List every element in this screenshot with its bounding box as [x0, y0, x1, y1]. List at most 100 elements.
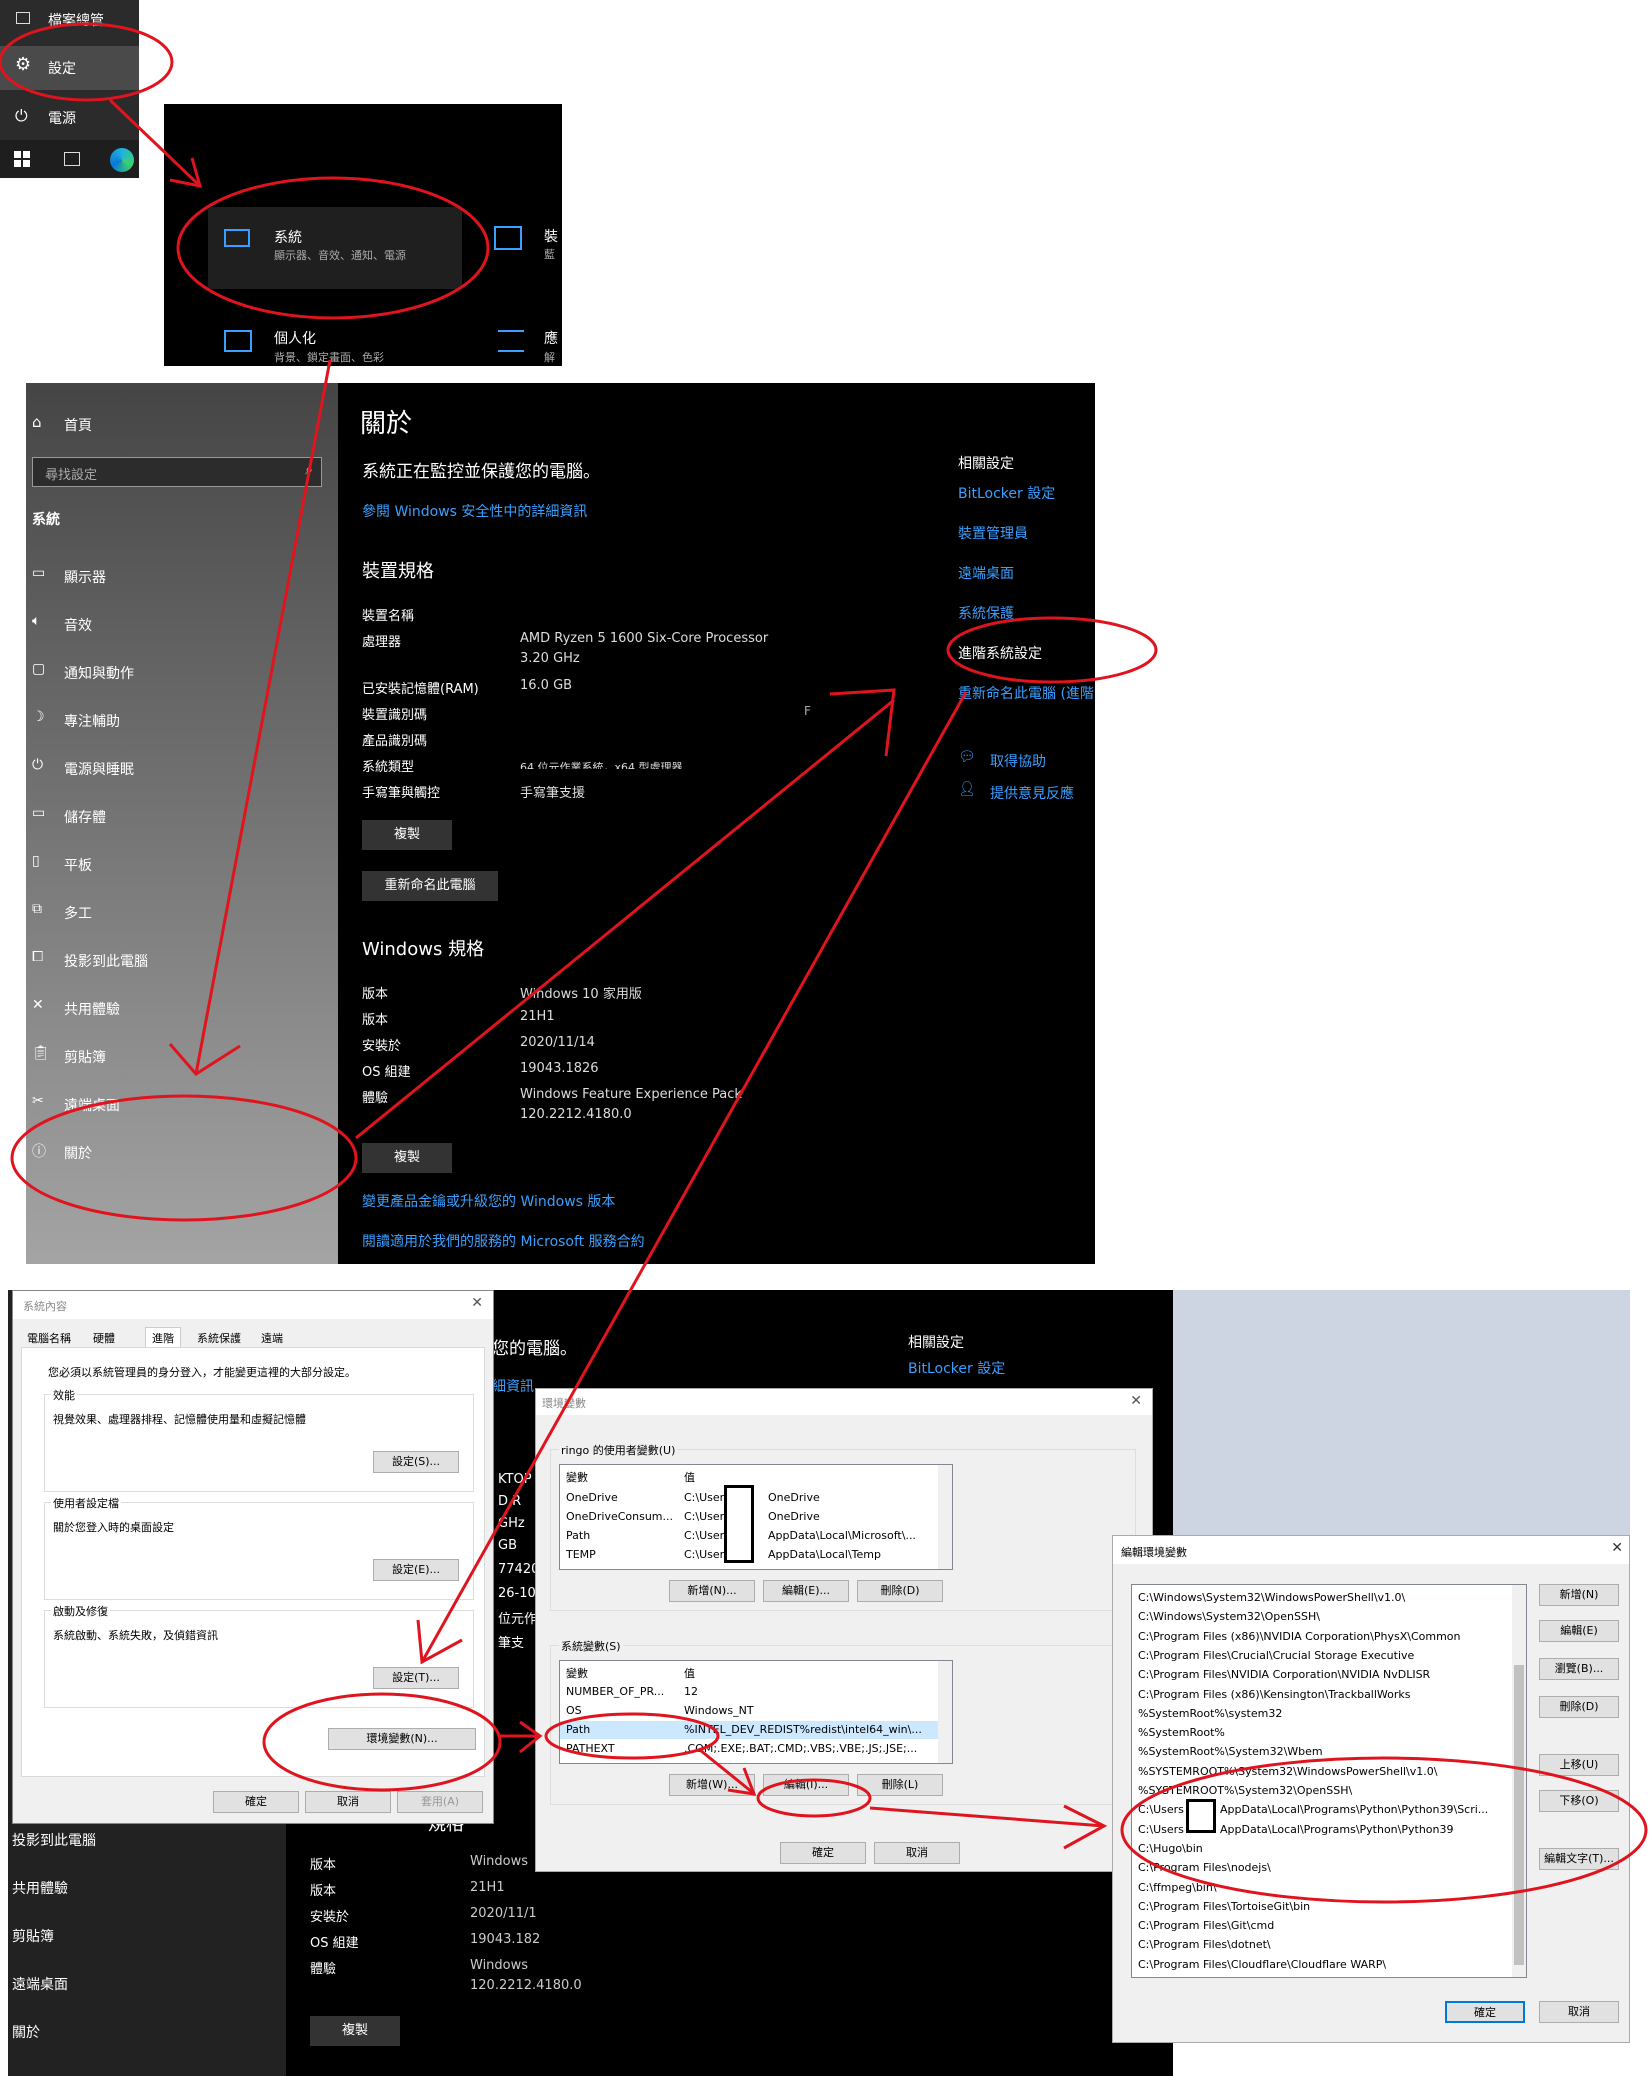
- settings-tile-system[interactable]: 系統 顯示器、音效、通知、電源: [208, 207, 462, 289]
- path-list-item[interactable]: C:\Windows\System32\OpenSSH\: [1132, 1608, 1512, 1626]
- path-list-item[interactable]: C:\Program Files (x86)\NVIDIA Corporatio…: [1132, 1628, 1512, 1646]
- system-vars-list[interactable]: 變數 值 NUMBER_OF_PR... 12 OS Windows_NT Path…: [559, 1660, 953, 1764]
- path-list-item[interactable]: C:\Program Files\NVIDIA Corporation\NVID…: [1132, 1666, 1512, 1684]
- rename-pc-button[interactable]: 重新命名此電腦: [362, 871, 498, 901]
- sidebar-item-shared[interactable]: ✕ 共用體驗: [26, 993, 338, 1023]
- scrollbar-thumb[interactable]: [1514, 1665, 1524, 1965]
- edit-button[interactable]: 編輯(E): [1539, 1620, 1619, 1642]
- system-edit-button[interactable]: 編輯(I)...: [763, 1774, 849, 1796]
- sidebar-item-project[interactable]: ⧠ 投影到此電腦: [26, 945, 338, 975]
- tab-system-protection[interactable]: 系統保護: [197, 1330, 241, 1346]
- settings-search-input[interactable]: 尋找設定 ⌕: [32, 457, 322, 487]
- bg-sidebar-item[interactable]: 共用體驗: [12, 1878, 68, 1898]
- bg-link-partial[interactable]: 細資訊: [492, 1376, 534, 1396]
- path-list-item[interactable]: C:\Hugo\bin: [1132, 1840, 1512, 1858]
- apply-button[interactable]: 套用(A): [397, 1791, 483, 1813]
- help-link[interactable]: 取得協助: [990, 751, 1046, 771]
- task-view-icon[interactable]: [64, 152, 80, 166]
- sidebar-item-focus[interactable]: ☽ 專注輔助: [26, 705, 338, 735]
- close-icon[interactable]: ✕: [471, 1295, 483, 1311]
- tab-hardware[interactable]: 硬體: [93, 1330, 115, 1346]
- path-list-item[interactable]: C:\Program Files\Git\cmd: [1132, 1917, 1512, 1935]
- related-link-system-protection[interactable]: 系統保護: [958, 603, 1014, 623]
- related-link-rename-advanced[interactable]: 重新命名此電腦 (進階): [958, 683, 1095, 703]
- path-list[interactable]: C:\Windows\System32\WindowsPowerShell\v1…: [1131, 1584, 1527, 1978]
- table-row[interactable]: PATHEXT .COM;.EXE;.BAT;.CMD;.VBS;.VBE;.JS…: [560, 1740, 938, 1758]
- table-row[interactable]: NUMBER_OF_PR... 12: [560, 1683, 938, 1701]
- bg-bitlocker-link[interactable]: BitLocker 設定: [908, 1358, 1005, 1378]
- sidebar-item-multitask[interactable]: ⧉ 多工: [26, 897, 338, 927]
- move-down-button[interactable]: 下移(O): [1539, 1790, 1619, 1812]
- path-list-item[interactable]: C:\Program Files\dotnet\: [1132, 1936, 1512, 1954]
- sidebar-item-power[interactable]: ⏻ 電源與睡眠: [26, 753, 338, 783]
- path-list-item[interactable]: C:\Program Files\TortoiseGit\bin: [1132, 1898, 1512, 1916]
- start-item-power[interactable]: ⏻ 電源: [0, 100, 139, 134]
- path-list-item[interactable]: C:\Program Files\Crucial\Crucial Storage…: [1132, 1647, 1512, 1665]
- sidebar-home[interactable]: 首頁: [64, 415, 92, 435]
- msa-link[interactable]: 閱讀適用於我們的服務的 Microsoft 服務合約: [362, 1231, 645, 1251]
- table-row-selected[interactable]: Path %INTEL_DEV_REDIST%redist\intel64_win…: [560, 1721, 938, 1739]
- security-link[interactable]: 參閱 Windows 安全性中的詳細資訊: [362, 501, 587, 521]
- related-link-remote-desktop[interactable]: 遠端桌面: [958, 563, 1014, 583]
- cancel-button[interactable]: 取消: [305, 1791, 391, 1813]
- close-icon[interactable]: ✕: [1130, 1393, 1142, 1409]
- path-list-item[interactable]: C:\Program Files\nodejs\: [1132, 1859, 1512, 1877]
- related-link-bitlocker[interactable]: BitLocker 設定: [958, 483, 1055, 503]
- settings-tile-personalize[interactable]: 個人化 背景、鎖定畫面、色彩: [224, 322, 474, 366]
- browse-button[interactable]: 瀏覽(B)...: [1539, 1658, 1619, 1680]
- performance-settings-button[interactable]: 設定(S)...: [373, 1451, 459, 1473]
- feedback-link[interactable]: 提供意見反應: [990, 783, 1074, 803]
- system-delete-button[interactable]: 刪除(L): [857, 1774, 943, 1796]
- ok-button[interactable]: 確定: [1445, 2001, 1525, 2023]
- close-icon[interactable]: ✕: [1611, 1540, 1623, 1556]
- sidebar-item-storage[interactable]: ▭ 儲存體: [26, 801, 338, 831]
- path-list-item[interactable]: %SYSTEMROOT%\System32\OpenSSH\: [1132, 1782, 1512, 1800]
- bg-sidebar-item[interactable]: 關於: [12, 2022, 40, 2042]
- scrollbar[interactable]: [1512, 1585, 1526, 1977]
- path-list-item[interactable]: C:\ffmpeg\bin\: [1132, 1879, 1512, 1897]
- user-delete-button[interactable]: 刪除(D): [857, 1580, 943, 1602]
- edge-icon[interactable]: [110, 148, 134, 172]
- sidebar-item-display[interactable]: ▭ 顯示器: [26, 561, 338, 591]
- path-list-item[interactable]: %SystemRoot%\System32\Wbem: [1132, 1743, 1512, 1761]
- path-list-item[interactable]: %SystemRoot%\system32: [1132, 1705, 1512, 1723]
- related-link-advanced-system[interactable]: 進階系統設定: [958, 643, 1042, 663]
- tab-remote[interactable]: 遠端: [261, 1330, 283, 1346]
- path-list-item[interactable]: C:\Program Files\Cloudflare\Cloudflare W…: [1132, 1956, 1512, 1974]
- ok-button[interactable]: 確定: [780, 1842, 866, 1864]
- tab-advanced[interactable]: 進階: [145, 1327, 181, 1348]
- path-list-item[interactable]: C:\Windows\System32\WindowsPowerShell\v1…: [1132, 1589, 1512, 1607]
- scrollbar[interactable]: [938, 1465, 952, 1569]
- bg-sidebar-item[interactable]: 剪貼簿: [12, 1926, 54, 1946]
- table-row[interactable]: OS Windows_NT: [560, 1702, 938, 1720]
- move-up-button[interactable]: 上移(U): [1539, 1754, 1619, 1776]
- start-item-explorer[interactable]: 檔案總管: [0, 4, 139, 34]
- sidebar-item-sound[interactable]: 🔈︎ 音效: [26, 609, 338, 639]
- change-key-link[interactable]: 變更產品金鑰或升級您的 Windows 版本: [362, 1191, 615, 1211]
- bg-copy-button[interactable]: 複製: [310, 2016, 400, 2046]
- bg-sidebar-item[interactable]: 投影到此電腦: [12, 1830, 96, 1850]
- new-button[interactable]: 新增(N): [1539, 1584, 1619, 1606]
- edit-text-button[interactable]: 編輯文字(T)...: [1539, 1848, 1619, 1870]
- start-item-settings[interactable]: ⚙ 設定: [0, 46, 139, 90]
- settings-tile-apps[interactable]: 應 解: [494, 322, 562, 366]
- copy-button[interactable]: 複製: [362, 820, 452, 850]
- user-edit-button[interactable]: 編輯(E)...: [763, 1580, 849, 1602]
- cancel-button[interactable]: 取消: [1539, 2001, 1619, 2023]
- settings-tile-devices[interactable]: 裝 藍: [494, 214, 562, 274]
- tab-computer-name[interactable]: 電腦名稱: [27, 1330, 71, 1346]
- sidebar-item-notifications[interactable]: ▢ 通知與動作: [26, 657, 338, 687]
- user-new-button[interactable]: 新增(N)...: [669, 1580, 755, 1602]
- cancel-button[interactable]: 取消: [874, 1842, 960, 1864]
- bg-sidebar-item[interactable]: 遠端桌面: [12, 1974, 68, 1994]
- path-list-item[interactable]: %SystemRoot%: [1132, 1724, 1512, 1742]
- startup-settings-button[interactable]: 設定(T)...: [373, 1667, 459, 1689]
- path-list-item[interactable]: C:\Program Files (x86)\Kensington\Trackb…: [1132, 1686, 1512, 1704]
- copy-win-button[interactable]: 複製: [362, 1143, 452, 1173]
- delete-button[interactable]: 刪除(D): [1539, 1696, 1619, 1718]
- related-link-device-manager[interactable]: 裝置管理員: [958, 523, 1028, 543]
- path-list-item[interactable]: %SYSTEMROOT%\System32\WindowsPowerShell\…: [1132, 1763, 1512, 1781]
- environment-variables-button[interactable]: 環境變數(N)...: [328, 1728, 476, 1750]
- sidebar-item-remote[interactable]: ✂ 遠端桌面: [26, 1089, 338, 1119]
- user-vars-list[interactable]: 變數 值 OneDrive C:\Users OneDrive OneDriveCo…: [559, 1464, 953, 1570]
